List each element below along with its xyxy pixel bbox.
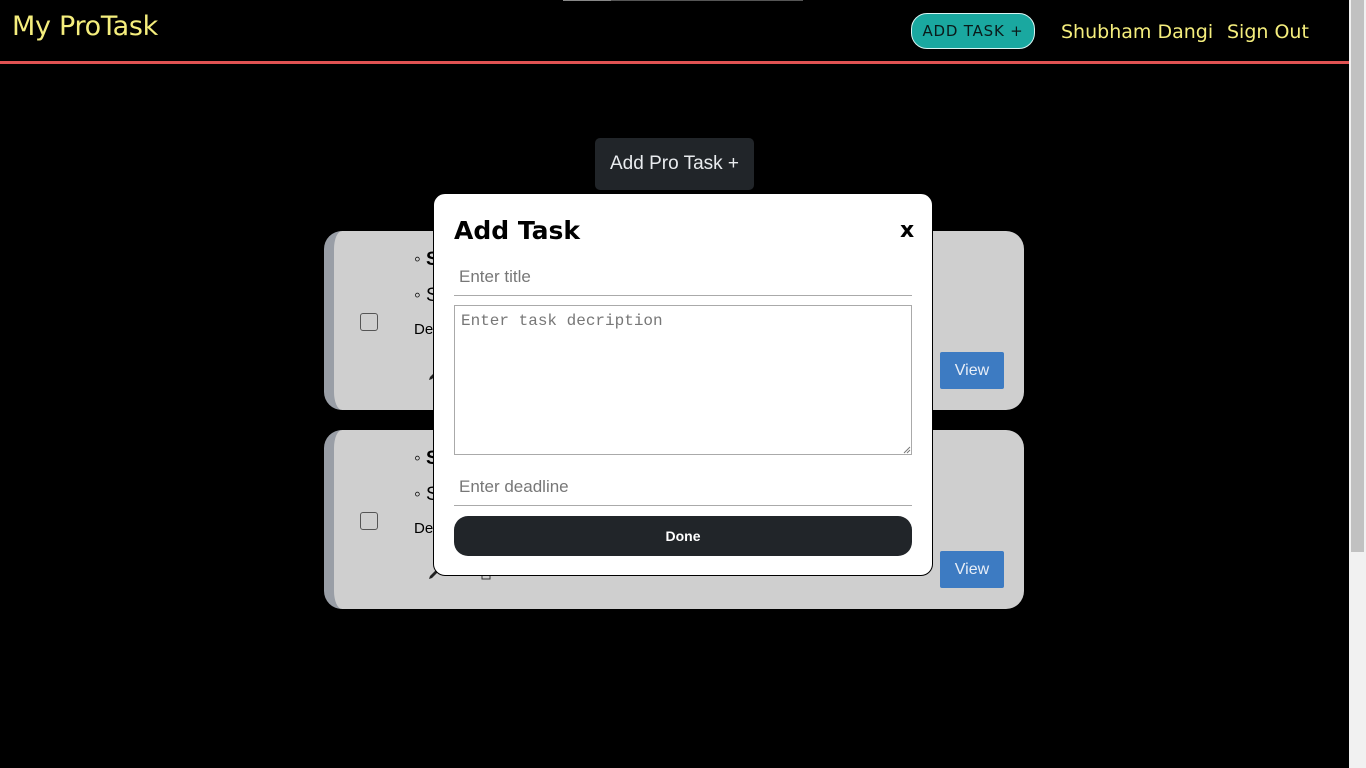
done-button[interactable]: Done	[454, 516, 912, 556]
user-name-link[interactable]: Shubham Dangi	[1061, 21, 1213, 43]
add-task-nav-button[interactable]: ADD TASK +	[911, 13, 1035, 49]
sign-out-link[interactable]: Sign Out	[1227, 21, 1309, 43]
deadline-input[interactable]	[454, 468, 912, 506]
add-task-modal: Add Task x Done	[433, 193, 933, 576]
task-deadline: De	[414, 520, 434, 537]
task-checkbox[interactable]	[360, 512, 378, 530]
task-checkbox[interactable]	[360, 313, 378, 331]
description-textarea[interactable]	[454, 305, 912, 455]
resize-grip-icon[interactable]	[903, 446, 911, 454]
add-pro-task-button[interactable]: Add Pro Task +	[595, 138, 754, 190]
close-button[interactable]: x	[900, 218, 914, 243]
top-indicator-accent	[563, 0, 611, 1]
navbar: My ProTask ADD TASK + Shubham Dangi Sign…	[0, 0, 1349, 64]
modal-title: Add Task	[454, 216, 581, 245]
page: My ProTask ADD TASK + Shubham Dangi Sign…	[0, 0, 1366, 768]
scrollbar-thumb[interactable]	[1351, 0, 1364, 552]
view-button[interactable]: View	[940, 551, 1004, 588]
brand-logo[interactable]: My ProTask	[12, 11, 158, 42]
view-button[interactable]: View	[940, 352, 1004, 389]
task-deadline: De	[414, 321, 434, 338]
title-input[interactable]	[454, 258, 912, 296]
